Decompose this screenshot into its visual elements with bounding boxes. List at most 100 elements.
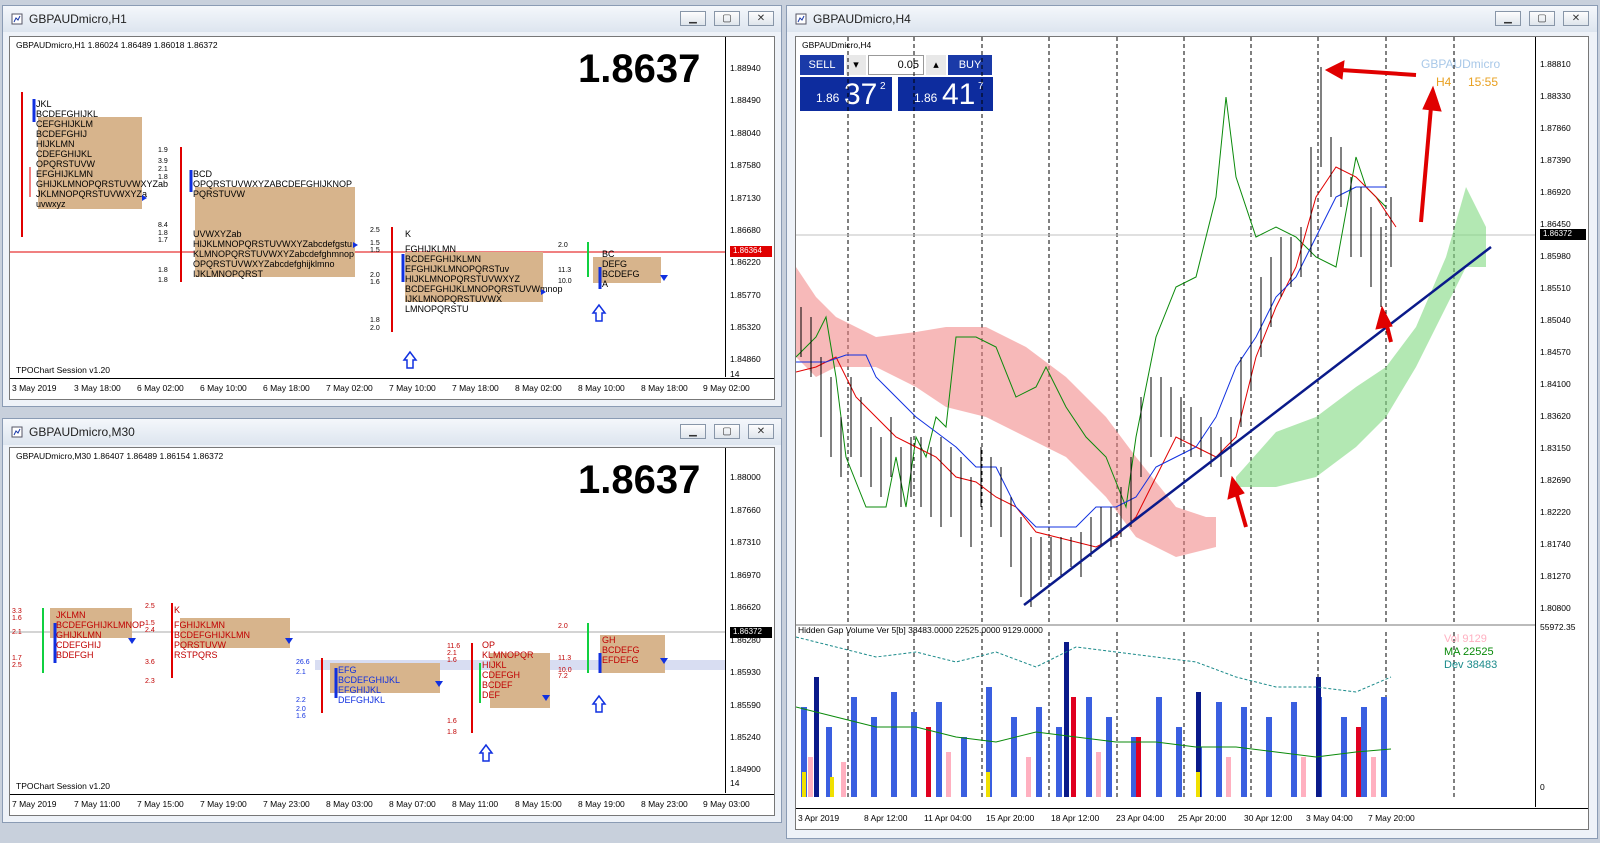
svg-text:2.0: 2.0	[296, 706, 306, 713]
time-tick: 30 Apr 12:00	[1244, 813, 1293, 823]
svg-text:3.3: 3.3	[12, 608, 22, 615]
close-icon: ✕	[1571, 13, 1581, 24]
svg-text:PQRSTUVW: PQRSTUVW	[193, 189, 246, 199]
time-tick: 7 May 15:00	[137, 799, 184, 809]
price-tick: 1.85320	[730, 322, 761, 332]
tpo-chart: JKLBCDEFGHIJKLCEFGHIJKLM BCDEFGHIJHIJKLM…	[10, 92, 726, 369]
price-tick: 1.82220	[1540, 507, 1571, 517]
svg-text:BCDEFGHIJKLMNOPQRSTUVWmnop: BCDEFGHIJKLMNOPQRSTUVWmnop	[405, 284, 563, 294]
maximize-button[interactable]: ▢	[1529, 11, 1555, 26]
svg-text:HIJKLMNOPQRSTUVWXYZabcdefgstu: HIJKLMNOPQRSTUVWXYZabcdefgstu	[193, 239, 352, 249]
price-tick: 1.85510	[1540, 283, 1571, 293]
svg-text:UVWXYZab: UVWXYZab	[193, 229, 242, 239]
svg-text:CDEFGH: CDEFGH	[482, 670, 520, 680]
svg-text:2.1: 2.1	[296, 669, 306, 676]
svg-text:GHIJKLMN: GHIJKLMN	[56, 630, 102, 640]
time-tick: 3 Apr 2019	[798, 813, 840, 823]
price-tick: 1.85930	[730, 667, 761, 677]
svg-text:1.6: 1.6	[12, 615, 22, 622]
svg-text:3.6: 3.6	[145, 659, 155, 666]
volume-axis-min: 0	[1540, 782, 1545, 792]
price-axis[interactable]: 1.88940 1.88490 1.88040 1.87580 1.87130 …	[725, 37, 774, 379]
time-tick: 15 Apr 20:00	[986, 813, 1035, 823]
chart-area[interactable]: GBPAUDmicro,H1 1.86024 1.86489 1.86018 1…	[9, 36, 775, 400]
price-tick: 1.81270	[1540, 571, 1571, 581]
chart-window-h1[interactable]: GBPAUDmicro,H1 ▁ ▢ ✕ GBPAUDmicro,H1 1.86…	[2, 5, 782, 407]
chart-window-h4[interactable]: GBPAUDmicro,H4 ▁ ▢ ✕ GBPAUDmicro,H4 SELL…	[786, 5, 1598, 839]
svg-text:IJKLMNOPQRSTUVWX: IJKLMNOPQRSTUVWX	[405, 294, 502, 304]
svg-text:1.7: 1.7	[158, 237, 168, 244]
price-tick: 1.85980	[1540, 251, 1571, 261]
price-tick: 1.87130	[730, 193, 761, 203]
maximize-button[interactable]: ▢	[714, 424, 740, 439]
time-tick: 6 May 18:00	[263, 383, 310, 393]
titlebar[interactable]: GBPAUDmicro,H1 ▁ ▢ ✕	[3, 6, 781, 32]
time-tick: 8 May 02:00	[515, 383, 562, 393]
tpo-chart: JKLMNBCDEFGHIJKLMNOPGHIJKLMNCDEFGHIJBDEF…	[10, 603, 726, 762]
svg-text:2.2: 2.2	[296, 697, 306, 704]
price-axis[interactable]: 1.88000 1.87660 1.87310 1.86970 1.86620 …	[725, 448, 774, 793]
svg-text:DEFG: DEFG	[602, 259, 627, 269]
price-tick: 1.87580	[730, 160, 761, 170]
price-tick: 1.83620	[1540, 411, 1571, 421]
legend-vol: Vol 9129	[1444, 633, 1487, 645]
svg-text:2.5: 2.5	[370, 227, 380, 234]
current-price-tag: 1.86372	[730, 627, 772, 638]
svg-text:1.8: 1.8	[447, 729, 457, 736]
svg-text:1.8: 1.8	[158, 267, 168, 274]
minimize-button[interactable]: ▁	[1495, 11, 1521, 26]
svg-text:K: K	[405, 229, 411, 239]
legend-ma: MA 22525	[1444, 646, 1494, 658]
svg-text:11.6: 11.6	[447, 643, 460, 650]
price-tick: 1.88810	[1540, 59, 1571, 69]
svg-text:BCDEFGHIJKLMN: BCDEFGHIJKLMN	[405, 254, 481, 264]
svg-text:2.3: 2.3	[145, 678, 155, 685]
chart-icon	[795, 13, 807, 25]
maximize-button[interactable]: ▢	[714, 11, 740, 26]
minimize-button[interactable]: ▁	[680, 424, 706, 439]
price-tick: 1.88940	[730, 63, 761, 73]
svg-text:BCDEFGHIJKLMNOP: BCDEFGHIJKLMNOP	[56, 620, 145, 630]
time-tick: 8 May 15:00	[515, 799, 562, 809]
time-tick: 7 May 2019	[12, 799, 57, 809]
time-axis[interactable]: 7 May 2019 7 May 11:00 7 May 15:00 7 May…	[10, 794, 774, 815]
legend-dev: Dev 38483	[1444, 659, 1498, 671]
time-tick: 3 May 2019	[12, 383, 57, 393]
indicator-label: TPOChart Session v1.20	[16, 365, 111, 375]
svg-text:7.2: 7.2	[558, 673, 568, 680]
svg-text:BCDEF: BCDEF	[482, 680, 513, 690]
time-tick: 8 May 11:00	[452, 799, 499, 809]
close-button[interactable]: ✕	[1563, 11, 1589, 26]
titlebar[interactable]: GBPAUDmicro,M30 ▁ ▢ ✕	[3, 419, 781, 445]
svg-text:K: K	[174, 605, 180, 615]
close-button[interactable]: ✕	[748, 11, 774, 26]
svg-text:2.0: 2.0	[558, 242, 568, 249]
chart-window-m30[interactable]: GBPAUDmicro,M30 ▁ ▢ ✕ GBPAUDmicro,M30 1.…	[2, 418, 782, 823]
maximize-icon: ▢	[1537, 13, 1547, 24]
chart-area[interactable]: GBPAUDmicro,H4 SELL ▾ 0.05 ▴ BUY 1.86 37…	[795, 36, 1589, 830]
time-tick: 6 May 10:00	[200, 383, 247, 393]
minimize-button[interactable]: ▁	[680, 11, 706, 26]
svg-text:KLMNOPQRSTUVWXYZabcdefghmnop: KLMNOPQRSTUVWXYZabcdefghmnop	[193, 249, 354, 259]
time-tick: 7 May 11:00	[74, 799, 121, 809]
indicator-label: TPOChart Session v1.20	[16, 781, 111, 791]
svg-text:EFG: EFG	[338, 665, 357, 675]
svg-text:BCDEFGHIJ: BCDEFGHIJ	[36, 129, 87, 139]
price-tick: 1.84100	[1540, 379, 1571, 389]
svg-text:1.5: 1.5	[370, 240, 380, 247]
chart-area[interactable]: GBPAUDmicro,M30 1.86407 1.86489 1.86154 …	[9, 447, 775, 816]
price-tick: 1.88330	[1540, 91, 1571, 101]
price-tick: 1.82690	[1540, 475, 1571, 485]
price-axis[interactable]: 1.88810 1.88330 1.87860 1.87390 1.86920 …	[1535, 37, 1588, 807]
close-icon: ✕	[756, 426, 766, 437]
time-axis[interactable]: 3 Apr 2019 8 Apr 12:00 11 Apr 04:00 15 A…	[796, 808, 1588, 829]
time-axis[interactable]: 3 May 2019 3 May 18:00 6 May 02:00 6 May…	[10, 378, 774, 399]
titlebar[interactable]: GBPAUDmicro,H4 ▁ ▢ ✕	[787, 6, 1597, 32]
svg-text:11.3: 11.3	[558, 655, 571, 662]
price-tick: 1.85770	[730, 290, 761, 300]
svg-text:uvwxyz: uvwxyz	[36, 199, 66, 209]
close-button[interactable]: ✕	[748, 424, 774, 439]
current-price-tag: 1.86372	[1540, 229, 1586, 240]
time-tick: 3 May 18:00	[74, 383, 121, 393]
price-chart	[796, 37, 1536, 797]
